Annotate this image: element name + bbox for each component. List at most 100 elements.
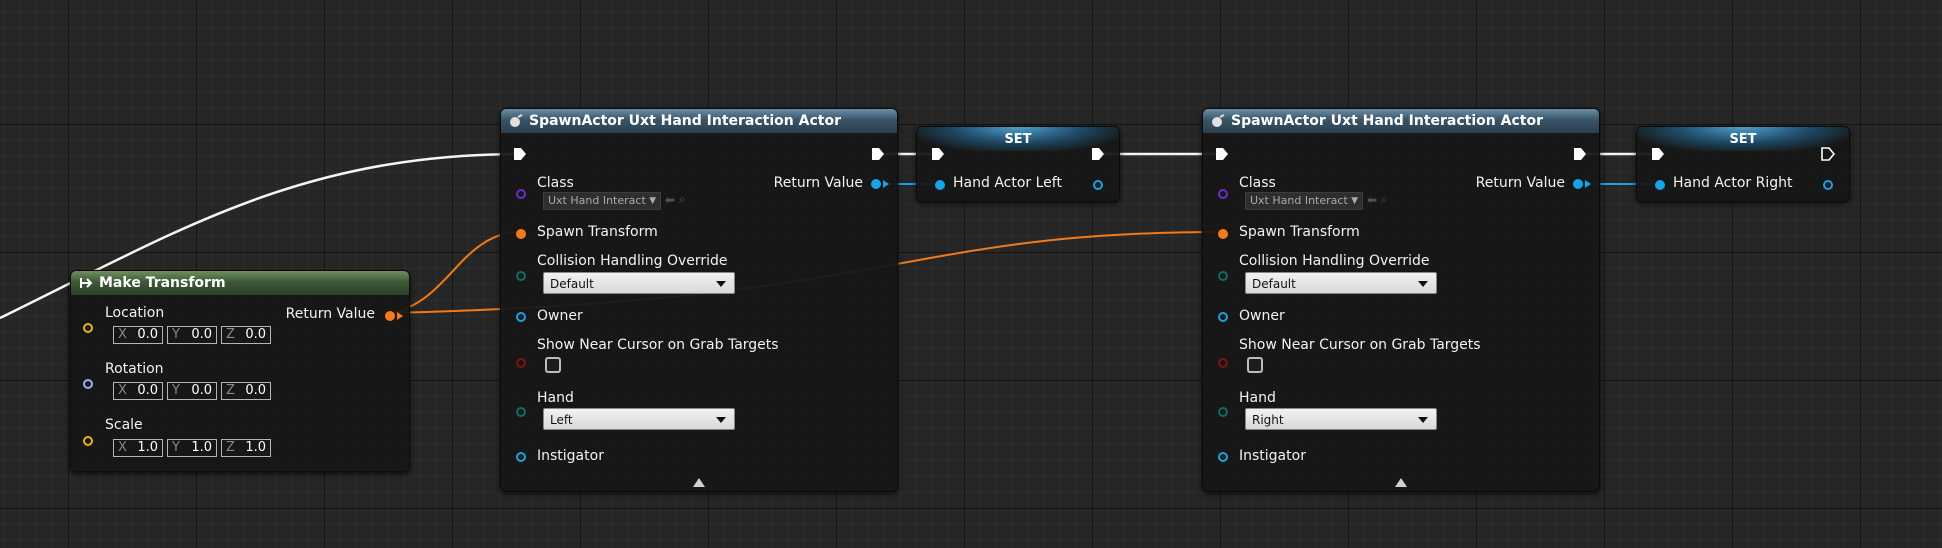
variable-output-pin[interactable] (1823, 180, 1833, 190)
node-title: Make Transform (99, 275, 226, 291)
class-pin[interactable] (516, 189, 526, 199)
owner-label: Owner (537, 308, 583, 324)
rotation-pin[interactable] (83, 379, 93, 389)
show-near-cursor-checkbox[interactable] (1247, 357, 1263, 373)
rotation-z-field[interactable]: Z 0.0 (221, 382, 271, 400)
use-selected-asset-icon[interactable]: ⬅ (665, 193, 675, 207)
hand-pin[interactable] (1218, 407, 1228, 417)
set-hand-actor-left-node[interactable]: SET Hand Actor Left (916, 126, 1120, 202)
function-icon (80, 278, 93, 288)
spawn-transform-pin[interactable] (1218, 229, 1228, 239)
hand-dropdown[interactable]: Left (543, 408, 735, 430)
show-near-cursor-label: Show Near Cursor on Grab Targets (1239, 337, 1481, 353)
return-value-label: Return Value (285, 306, 375, 322)
variable-input-pin[interactable] (1655, 180, 1665, 190)
variable-input-pin[interactable] (935, 180, 945, 190)
exec-in-pin[interactable] (931, 147, 945, 161)
spawn-transform-pin[interactable] (516, 229, 526, 239)
x-axis-label: X (118, 327, 127, 342)
collapse-arrow-icon[interactable] (693, 478, 705, 487)
z-axis-label: Z (226, 440, 235, 455)
owner-pin[interactable] (516, 312, 526, 322)
rotation-y-field[interactable]: Y 0.0 (167, 382, 217, 400)
y-axis-label: Y (172, 383, 180, 398)
show-near-cursor-pin[interactable] (1218, 358, 1228, 368)
exec-in-pin[interactable] (1651, 147, 1665, 161)
x-axis-label: X (118, 383, 127, 398)
z-axis-label: Z (226, 327, 235, 342)
return-value-pin[interactable] (871, 179, 881, 189)
location-z-field[interactable]: Z 0.0 (221, 326, 271, 344)
return-value-pin[interactable] (1573, 179, 1583, 189)
exec-out-pin[interactable] (1821, 147, 1835, 161)
pin-arrow-icon (397, 312, 403, 320)
z-axis-label: Z (226, 383, 235, 398)
spawn-icon (1212, 114, 1225, 127)
location-y-value: 0.0 (191, 327, 212, 342)
class-select[interactable]: Uxt Hand Interact ▼ (543, 192, 661, 210)
variable-output-pin[interactable] (1093, 180, 1103, 190)
scale-label: Scale (105, 417, 143, 433)
location-x-field[interactable]: X 0.0 (113, 326, 163, 344)
hand-value: Right (1252, 413, 1284, 427)
instigator-label: Instigator (537, 448, 604, 464)
collision-label: Collision Handling Override (537, 253, 728, 269)
class-pin[interactable] (1218, 189, 1228, 199)
class-value: Uxt Hand Interact (1250, 194, 1348, 207)
set-hand-actor-right-node[interactable]: SET Hand Actor Right (1636, 126, 1850, 202)
browse-asset-icon[interactable]: ⌕ (1381, 192, 1388, 207)
spawn-transform-label: Spawn Transform (537, 224, 658, 240)
browse-asset-icon[interactable]: ⌕ (679, 192, 686, 207)
owner-pin[interactable] (1218, 312, 1228, 322)
scale-x-field[interactable]: X 1.0 (113, 439, 163, 457)
make-transform-header[interactable]: Make Transform (71, 271, 409, 295)
set-right-header[interactable]: SET (1637, 127, 1849, 151)
exec-in-pin[interactable] (513, 147, 527, 161)
spawn-actor-left-header[interactable]: SpawnActor Uxt Hand Interaction Actor (501, 109, 897, 133)
collision-dropdown[interactable]: Default (543, 272, 735, 294)
show-near-cursor-checkbox[interactable] (545, 357, 561, 373)
exec-out-pin[interactable] (1573, 147, 1587, 161)
scale-pin[interactable] (83, 436, 93, 446)
exec-in-pin[interactable] (1215, 147, 1229, 161)
spawn-actor-left-node[interactable]: SpawnActor Uxt Hand Interaction Actor Cl… (500, 108, 898, 492)
collision-value: Default (1252, 277, 1296, 291)
chevron-down-icon (716, 281, 726, 287)
instigator-pin[interactable] (516, 452, 526, 462)
collapse-arrow-icon[interactable] (1395, 478, 1407, 487)
location-y-field[interactable]: Y 0.0 (167, 326, 217, 344)
rotation-x-field[interactable]: X 0.0 (113, 382, 163, 400)
use-selected-asset-icon[interactable]: ⬅ (1367, 193, 1377, 207)
spawn-actor-right-header[interactable]: SpawnActor Uxt Hand Interaction Actor (1203, 109, 1599, 133)
show-near-cursor-pin[interactable] (516, 358, 526, 368)
owner-label: Owner (1239, 308, 1285, 324)
set-left-header[interactable]: SET (917, 127, 1119, 151)
node-title: SET (1729, 131, 1757, 147)
location-pin[interactable] (83, 323, 93, 333)
collision-dropdown[interactable]: Default (1245, 272, 1437, 294)
make-transform-node[interactable]: Make Transform Return Value Location X 0.… (70, 270, 410, 472)
hand-dropdown[interactable]: Right (1245, 408, 1437, 430)
spawn-actor-right-node[interactable]: SpawnActor Uxt Hand Interaction Actor Cl… (1202, 108, 1600, 492)
exec-out-pin[interactable] (1091, 147, 1105, 161)
y-axis-label: Y (172, 440, 180, 455)
chevron-down-icon (1418, 281, 1428, 287)
instigator-pin[interactable] (1218, 452, 1228, 462)
class-value: Uxt Hand Interact (548, 194, 646, 207)
y-axis-label: Y (172, 327, 180, 342)
hand-value: Left (550, 413, 573, 427)
return-value-pin[interactable] (385, 311, 395, 321)
collision-pin[interactable] (516, 271, 526, 281)
scale-y-field[interactable]: Y 1.0 (167, 439, 217, 457)
hand-pin[interactable] (516, 407, 526, 417)
rotation-x-value: 0.0 (137, 383, 158, 398)
collision-pin[interactable] (1218, 271, 1228, 281)
hand-label: Hand (1239, 390, 1276, 406)
class-select[interactable]: Uxt Hand Interact ▼ (1245, 192, 1363, 210)
return-value-label: Return Value (773, 175, 863, 191)
location-z-value: 0.0 (245, 327, 266, 342)
scale-z-field[interactable]: Z 1.0 (221, 439, 271, 457)
collision-value: Default (550, 277, 594, 291)
node-title: SET (1004, 131, 1032, 147)
exec-out-pin[interactable] (871, 147, 885, 161)
